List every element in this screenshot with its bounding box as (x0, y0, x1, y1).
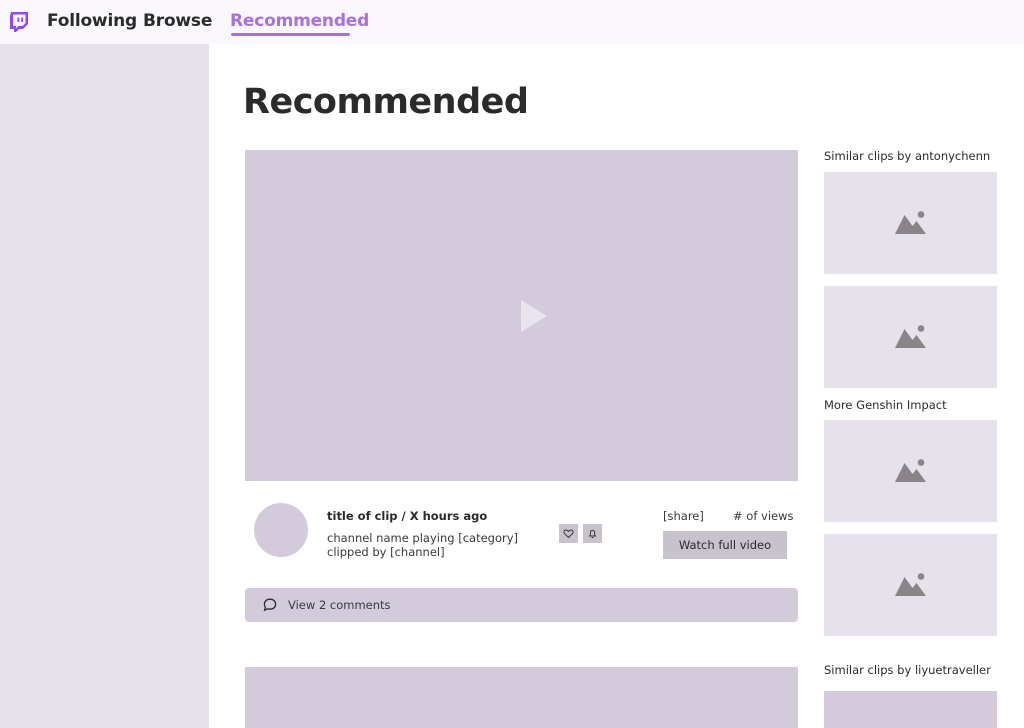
clip-clipped-by-line: clipped by [channel] (327, 545, 445, 559)
twitch-logo-icon[interactable] (9, 11, 29, 33)
active-tab-underline (231, 33, 350, 36)
image-placeholder-icon (895, 459, 926, 482)
left-sidebar (0, 44, 209, 728)
view-count: # of views (733, 509, 794, 523)
speech-bubble-icon (263, 598, 277, 612)
like-button[interactable] (559, 524, 578, 543)
bell-icon (588, 529, 597, 539)
section-heading-more-category: More Genshin Impact (824, 398, 947, 412)
section-heading-similar-clips-2: Similar clips by liyuetraveller (824, 663, 991, 677)
clip-thumbnail[interactable] (824, 691, 997, 728)
clip-thumbnail[interactable] (824, 420, 997, 522)
top-navigation-bar: Following Browse Recommended (0, 0, 1024, 44)
share-link[interactable]: [share] (663, 509, 704, 523)
heart-icon (563, 529, 574, 539)
clip-channel-line: channel name playing [category] (327, 531, 519, 545)
play-icon[interactable] (521, 300, 547, 332)
watch-full-video-button[interactable]: Watch full video (663, 531, 787, 559)
image-placeholder-icon (895, 211, 926, 234)
clip-thumbnail[interactable] (824, 286, 997, 388)
nav-recommended[interactable]: Recommended (230, 11, 369, 31)
view-comments-button[interactable]: View 2 comments (245, 588, 798, 622)
clip-thumbnail[interactable] (824, 172, 997, 274)
video-player-2[interactable] (245, 667, 798, 728)
view-comments-label: View 2 comments (288, 598, 391, 612)
notify-button[interactable] (583, 524, 602, 543)
page-title: Recommended (243, 82, 529, 122)
channel-avatar[interactable] (254, 503, 308, 557)
clip-title[interactable]: title of clip / X hours ago (327, 509, 487, 523)
section-heading-similar-clips: Similar clips by antonychenn (824, 149, 991, 163)
nav-following[interactable]: Following (47, 11, 137, 31)
image-placeholder-icon (895, 573, 926, 596)
video-player[interactable] (245, 150, 798, 481)
image-placeholder-icon (895, 325, 926, 348)
clip-thumbnail[interactable] (824, 534, 997, 636)
nav-browse[interactable]: Browse (143, 11, 212, 31)
